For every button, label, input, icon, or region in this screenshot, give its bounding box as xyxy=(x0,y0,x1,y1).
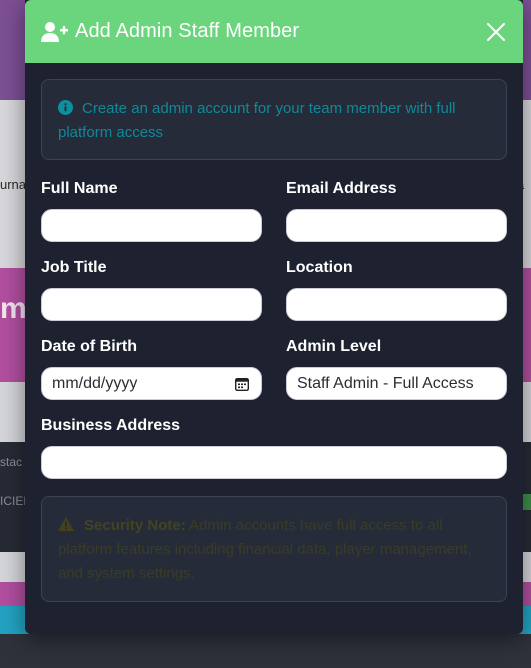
full-name-label: Full Name xyxy=(41,180,118,197)
job-title-input[interactable] xyxy=(41,288,262,321)
backdrop-text-fragment: urna xyxy=(0,177,27,192)
info-text: Create an admin account for your team me… xyxy=(58,100,456,141)
admin-level-label: Admin Level xyxy=(286,338,382,355)
business-address-label: Business Address xyxy=(41,417,181,434)
location-label: Location xyxy=(286,259,353,276)
modal-title: Add Admin Staff Member xyxy=(75,20,300,42)
dob-placeholder: mm/dd/yyyy xyxy=(52,374,138,392)
business-address-group: Business Address xyxy=(41,417,507,479)
dob-label: Date of Birth xyxy=(41,338,137,355)
backdrop-band xyxy=(0,634,531,668)
security-warning: Security Note: Admin accounts have full … xyxy=(41,496,507,602)
dob-input[interactable]: mm/dd/yyyy xyxy=(41,367,262,400)
backdrop-text-fragment: stac xyxy=(0,455,23,469)
warning-triangle-icon xyxy=(58,515,74,531)
admin-form: Full Name Email Address Job Title Locati… xyxy=(41,180,507,496)
email-input[interactable] xyxy=(286,209,507,242)
close-icon[interactable] xyxy=(485,21,507,43)
warning-heading: Security Note: xyxy=(84,517,186,534)
email-label: Email Address xyxy=(286,180,397,197)
admin-level-group: Admin Level Staff Admin - Full Access xyxy=(286,338,507,400)
modal-body: Create an admin account for your team me… xyxy=(25,63,523,602)
full-name-group: Full Name xyxy=(41,180,262,242)
modal-header: Add Admin Staff Member xyxy=(25,0,523,63)
job-title-group: Job Title xyxy=(41,259,262,321)
location-group: Location xyxy=(286,259,507,321)
admin-level-select[interactable]: Staff Admin - Full Access xyxy=(286,367,507,400)
business-address-input[interactable] xyxy=(41,446,507,479)
user-plus-icon xyxy=(41,21,68,43)
info-alert: Create an admin account for your team me… xyxy=(41,79,507,160)
email-group: Email Address xyxy=(286,180,507,242)
location-input[interactable] xyxy=(286,288,507,321)
job-title-label: Job Title xyxy=(41,259,107,276)
calendar-icon[interactable] xyxy=(235,377,249,391)
add-admin-modal: Add Admin Staff Member Create an admin a… xyxy=(25,0,523,634)
info-circle-icon xyxy=(58,99,73,115)
dob-group: Date of Birth mm/dd/yyyy xyxy=(41,338,262,400)
full-name-input[interactable] xyxy=(41,209,262,242)
